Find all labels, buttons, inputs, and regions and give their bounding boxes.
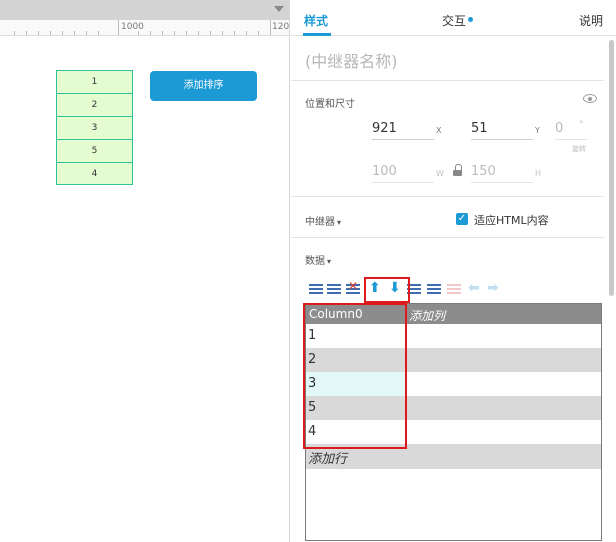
rotation-unit: ° bbox=[579, 120, 584, 130]
delete-column-icon[interactable] bbox=[447, 282, 461, 294]
repeater-item[interactable]: 4 bbox=[56, 162, 133, 185]
inspector-tabs: 样式 交互 说明 bbox=[291, 0, 616, 36]
width-input[interactable]: 100 bbox=[372, 163, 434, 183]
add-sort-button[interactable]: 添加排序 bbox=[150, 71, 257, 101]
repeater-item[interactable]: 5 bbox=[56, 139, 133, 162]
h-label: H bbox=[535, 169, 542, 178]
panel-scrollbar[interactable] bbox=[609, 40, 614, 296]
move-left-icon[interactable]: ⬅ bbox=[468, 281, 480, 295]
fit-html-label: 适应HTML内容 bbox=[474, 214, 549, 227]
x-input[interactable]: 921 bbox=[372, 120, 434, 140]
tab-notes[interactable]: 说明 bbox=[579, 12, 603, 29]
page-tab-strip bbox=[0, 0, 290, 20]
divider bbox=[291, 80, 604, 81]
add-column-cell[interactable]: 添加列 bbox=[409, 307, 445, 324]
y-input[interactable]: 51 bbox=[471, 120, 533, 140]
rotation-label: 旋转 bbox=[572, 145, 586, 153]
repeater-name-field[interactable]: (中继器名称) bbox=[305, 48, 398, 72]
inspector-panel: 样式 交互 说明 (中继器名称) 位置和尺寸 921 X 51 Y 0 ° 旋转… bbox=[291, 0, 616, 542]
insert-column-right-icon[interactable] bbox=[427, 282, 441, 294]
ruler-label-1200: 120 bbox=[272, 22, 290, 32]
height-input[interactable]: 150 bbox=[471, 163, 533, 183]
rows-highlight bbox=[303, 303, 407, 449]
eye-icon[interactable] bbox=[583, 94, 597, 103]
horizontal-ruler: 1000 120 bbox=[0, 20, 290, 36]
repeater-item[interactable]: 3 bbox=[56, 116, 133, 139]
tab-style[interactable]: 样式 bbox=[304, 12, 328, 29]
divider bbox=[291, 196, 604, 197]
ruler-label-1000: 1000 bbox=[121, 22, 144, 32]
delete-row-icon[interactable] bbox=[346, 279, 360, 294]
x-label: X bbox=[436, 126, 442, 135]
insert-row-below-icon[interactable] bbox=[327, 282, 341, 294]
divider bbox=[291, 237, 604, 238]
caret-down-icon: ▾ bbox=[327, 257, 332, 266]
position-size-title: 位置和尺寸 bbox=[305, 99, 355, 110]
move-right-icon[interactable]: ➡ bbox=[487, 281, 499, 295]
tab-dropdown-icon[interactable] bbox=[274, 6, 284, 12]
repeater-item[interactable]: 2 bbox=[56, 93, 133, 116]
caret-down-icon: ▾ bbox=[337, 218, 342, 227]
lock-aspect-icon[interactable] bbox=[453, 164, 462, 176]
active-tab-underline bbox=[303, 33, 331, 36]
fit-html-checkbox[interactable]: ✓ bbox=[456, 213, 468, 225]
w-label: W bbox=[436, 169, 444, 178]
canvas-divider bbox=[289, 0, 290, 542]
design-canvas[interactable]: 1000 120 1 2 3 5 4 添加排序 bbox=[0, 0, 290, 542]
add-row-label: 添加行 bbox=[308, 452, 348, 467]
y-label: Y bbox=[535, 126, 540, 135]
tab-interactions[interactable]: 交互 bbox=[442, 12, 474, 29]
tab-interactions-label: 交互 bbox=[442, 14, 467, 28]
repeater-item[interactable]: 1 bbox=[56, 70, 133, 93]
data-section-title[interactable]: 数据 ▾ bbox=[305, 252, 331, 267]
repeater-widget[interactable]: 1 2 3 5 4 bbox=[56, 70, 133, 185]
insert-row-above-icon[interactable] bbox=[309, 282, 323, 294]
repeater-section-title[interactable]: 中继器 ▾ bbox=[305, 213, 341, 228]
unsaved-dot-icon bbox=[468, 17, 474, 22]
move-buttons-highlight bbox=[364, 277, 410, 303]
data-section-label: 数据 bbox=[305, 256, 325, 267]
repeater-section-label: 中继器 bbox=[305, 217, 335, 228]
